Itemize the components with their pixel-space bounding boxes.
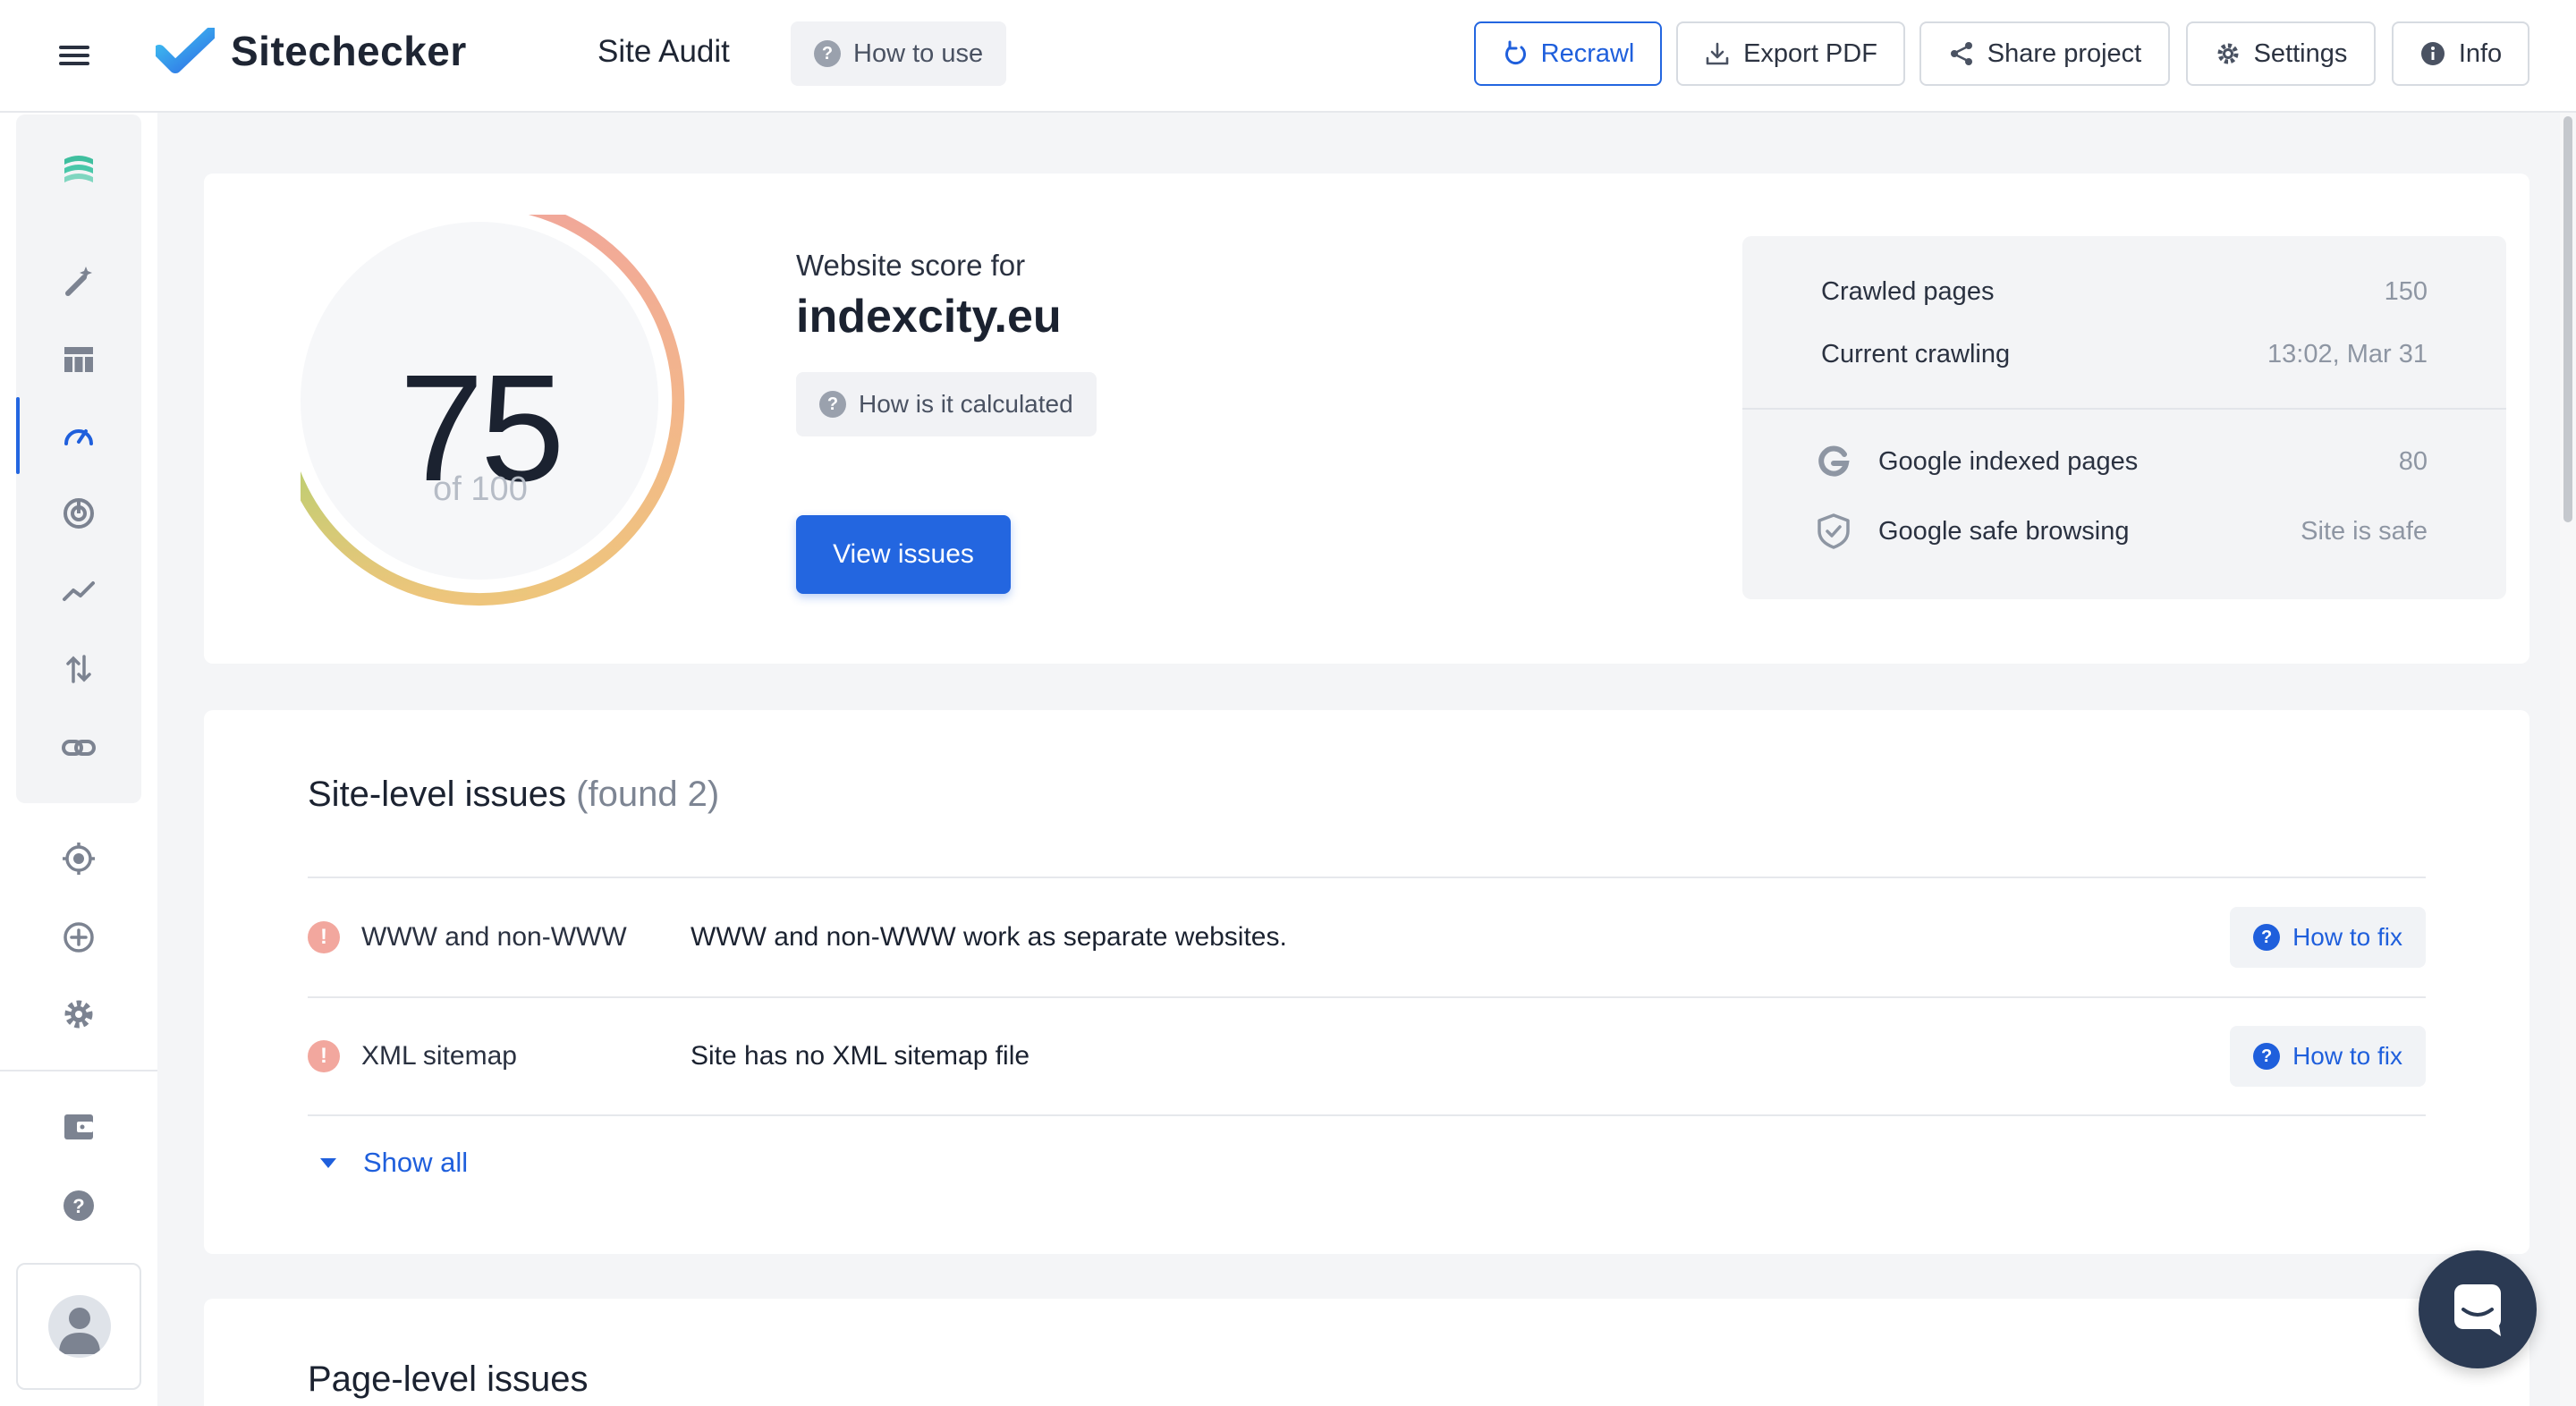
svg-text:?: ? [72,1195,84,1217]
website-score-card: 75 of 100 Website score for indexcity.eu… [204,174,2529,664]
error-icon: ! [308,1040,340,1072]
how-calculated-label: How is it calculated [859,390,1073,418]
left-sidebar: ? [0,113,157,1406]
share-project-button[interactable]: Share project [1919,21,2170,86]
stats-panel: Crawled pages 150 Current crawling 13:02… [1742,236,2506,599]
share-icon [1950,42,1972,65]
view-issues-button[interactable]: View issues [796,515,1011,594]
current-crawling-label: Current crawling [1821,340,2011,368]
radar-icon[interactable] [54,488,104,538]
site-issues-count: (found 2) [576,775,720,814]
google-indexed-row: Google indexed pages 80 [1818,442,2428,481]
gear-icon [2217,43,2239,64]
how-to-use-label: How to use [853,38,984,68]
website-domain: indexcity.eu [796,291,1062,343]
user-avatar-box[interactable] [16,1263,141,1390]
issue-description: Site has no XML sitemap file [691,1041,1030,1071]
crawled-pages-row: Crawled pages 150 [1821,277,2428,307]
shield-check-icon [1818,513,1850,549]
safe-browsing-row: Google safe browsing Site is safe [1818,512,2428,551]
question-icon: ? [2253,1043,2281,1070]
export-pdf-label: Export PDF [1743,38,1877,68]
app-root: Sitechecker Site Audit ? How to use Recr… [0,0,2576,1406]
show-all-label: Show all [363,1147,469,1178]
error-icon: ! [308,921,340,953]
website-score-label: Website score for [796,249,1026,282]
help-icon[interactable]: ? [54,1181,104,1231]
brand-waves-icon[interactable] [54,143,104,193]
current-crawling-value: 13:02, Mar 31 [2267,340,2428,368]
wallet-icon[interactable] [54,1102,104,1152]
question-icon: ? [814,40,841,67]
settings-button[interactable]: Settings [2186,21,2376,86]
how-to-fix-button[interactable]: ? How to fix [2230,907,2426,968]
link-icon[interactable] [54,723,104,773]
google-indexed-value: 80 [2398,446,2428,476]
magic-wand-icon[interactable] [54,256,104,306]
caret-down-icon [320,1157,336,1168]
sort-arrows-icon[interactable] [54,644,104,694]
site-issues-heading: Site-level issues [308,775,567,814]
top-header: Sitechecker Site Audit ? How to use Recr… [0,0,2576,113]
issue-name: XML sitemap [361,1041,517,1071]
chat-support-button[interactable] [2419,1250,2537,1368]
how-to-use-button[interactable]: ? How to use [791,21,1007,86]
how-to-fix-button[interactable]: ? How to fix [2230,1026,2426,1087]
logo[interactable]: Sitechecker [156,27,467,75]
crawled-pages-value: 150 [2384,277,2428,306]
trend-line-icon[interactable] [54,567,104,617]
export-pdf-button[interactable]: Export PDF [1676,21,1905,86]
info-icon [2420,42,2445,65]
sidebar-divider [0,1070,157,1071]
safe-browsing-value: Site is safe [2301,516,2428,546]
logo-check-icon [156,28,215,73]
stats-divider [1742,408,2506,410]
page-issues-title: Page-level issues [308,1359,589,1399]
how-to-fix-label: How to fix [2292,1042,2402,1070]
google-indexed-label: Google indexed pages [1878,446,2139,476]
download-icon [1706,42,1729,65]
site-issues-title: Site-level issues (found 2) [308,775,719,815]
site-issues-table: ! WWW and non-WWW WWW and non-WWW work a… [308,877,2426,1116]
current-crawling-row: Current crawling 13:02, Mar 31 [1821,340,2428,369]
crawled-pages-label: Crawled pages [1821,277,1995,306]
plus-circle-icon[interactable] [54,912,104,962]
table-icon[interactable] [54,335,104,385]
scrollbar-thumb[interactable] [2563,116,2572,522]
google-g-icon [1818,445,1850,477]
issue-row: ! XML sitemap Site has no XML sitemap fi… [308,996,2426,1116]
chat-bubble-icon [2454,1284,2501,1336]
site-level-issues-card: Site-level issues (found 2) ! WWW and no… [204,710,2529,1254]
target-icon[interactable] [54,834,104,884]
question-icon: ? [819,391,846,418]
info-button[interactable]: Info [2392,21,2529,86]
safe-browsing-label: Google safe browsing [1878,516,2130,546]
issue-name: WWW and non-WWW [361,922,627,952]
question-icon: ? [2253,924,2281,951]
hamburger-menu-icon[interactable] [59,41,95,72]
page-title: Site Audit [597,34,730,69]
settings-label: Settings [2253,38,2348,68]
sidebar-active-indicator [16,397,20,474]
page-level-issues-card: Page-level issues [204,1299,2529,1406]
user-avatar-icon [48,1295,111,1358]
gear-icon[interactable] [54,989,104,1039]
vertical-scrollbar[interactable] [2560,113,2576,1406]
score-max: of 100 [433,470,528,508]
app-name: Sitechecker [231,28,467,74]
how-to-fix-label: How to fix [2292,923,2402,951]
speedometer-icon[interactable] [54,411,104,462]
info-label: Info [2458,38,2503,68]
issue-description: WWW and non-WWW work as separate website… [691,922,1287,952]
how-calculated-button[interactable]: ? How is it calculated [796,372,1097,436]
show-all-link[interactable]: Show all [308,1147,468,1179]
share-project-label: Share project [1987,38,2142,68]
recrawl-label: Recrawl [1540,38,1635,68]
refresh-icon [1504,40,1526,65]
issue-row: ! WWW and non-WWW WWW and non-WWW work a… [308,877,2426,996]
recrawl-button[interactable]: Recrawl [1474,21,1662,86]
